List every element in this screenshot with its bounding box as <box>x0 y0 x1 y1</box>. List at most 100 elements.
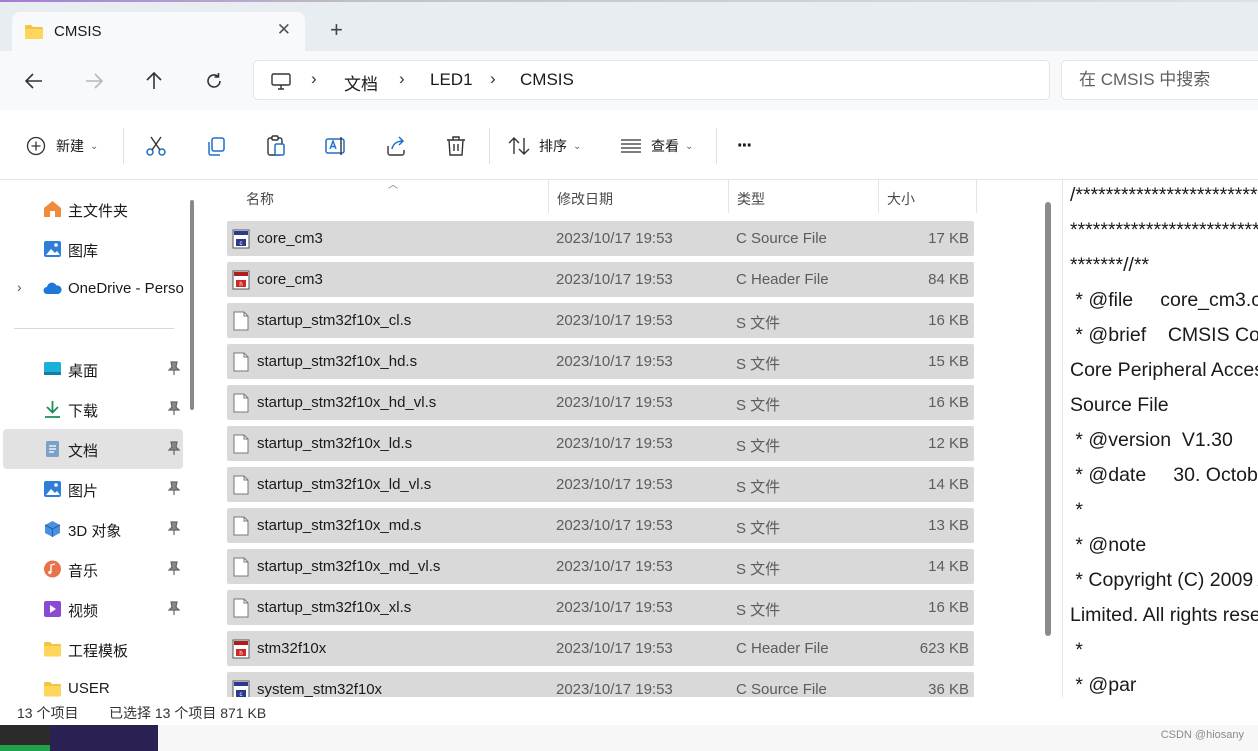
blank-file-icon <box>232 516 250 536</box>
file-row[interactable]: h core_cm3 2023/10/17 19:53 C Header File 84… <box>227 262 974 297</box>
file-list-scrollbar[interactable] <box>1045 202 1051 636</box>
pin-icon[interactable] <box>168 401 180 415</box>
refresh-button[interactable] <box>199 67 229 95</box>
refresh-icon <box>207 73 221 88</box>
toolbar-divider <box>489 128 490 164</box>
file-type: S 文件 <box>736 397 781 414</box>
file-name: startup_stm32f10x_cl.s <box>257 312 412 329</box>
file-name: startup_stm32f10x_ld.s <box>257 435 413 452</box>
sidebar-item-3d-objects[interactable]: 3D 对象 <box>3 509 183 549</box>
home-icon <box>44 201 61 217</box>
sidebar-scrollbar[interactable] <box>190 200 194 410</box>
sidebar-item-home[interactable]: 主文件夹 <box>3 189 183 229</box>
file-name: core_cm3 <box>257 271 323 288</box>
pin-icon[interactable] <box>168 361 180 375</box>
file-row[interactable]: startup_stm32f10x_md_vl.s 2023/10/17 19:5… <box>227 549 974 584</box>
breadcrumb-led1[interactable]: LED1 <box>430 70 473 90</box>
sidebar-item-desktop[interactable]: 桌面 <box>3 349 183 389</box>
file-date: 2023/10/17 19:53 <box>556 271 673 288</box>
file-row[interactable]: startup_stm32f10x_ld_vl.s 2023/10/17 19:5… <box>227 467 974 502</box>
toolbar-divider <box>123 128 124 164</box>
search-box[interactable] <box>1061 60 1258 100</box>
preview-line: * <box>1070 639 1084 661</box>
file-size: 623 KB <box>919 640 969 657</box>
search-input[interactable] <box>1079 70 1258 90</box>
sidebar-item-gallery[interactable]: 图库 <box>3 229 183 269</box>
sort-button[interactable]: 排序 ⌄ <box>508 132 581 160</box>
preview-pane: /************************ ***************… <box>1062 180 1258 697</box>
chevron-right-icon[interactable]: › <box>17 279 22 295</box>
more-options-button[interactable]: ··· <box>737 132 753 160</box>
file-row[interactable]: startup_stm32f10x_cl.s 2023/10/17 19:53 S … <box>227 303 974 338</box>
view-icon <box>621 139 641 153</box>
new-button[interactable]: 新建 ⌄ <box>26 132 98 160</box>
breadcrumb-documents[interactable]: 文档 <box>344 70 378 95</box>
c-source-file-icon: c <box>232 229 250 249</box>
pin-icon[interactable] <box>168 481 180 495</box>
close-tab-icon[interactable]: ✕ <box>277 20 291 40</box>
copy-icon[interactable] <box>204 134 228 158</box>
sidebar-item-video[interactable]: 视频 <box>3 589 183 629</box>
music-icon <box>44 560 61 578</box>
forward-button[interactable] <box>79 67 109 95</box>
blank-file-icon <box>232 311 250 331</box>
tab-cmsis[interactable]: CMSIS ✕ <box>12 12 305 51</box>
file-row[interactable]: startup_stm32f10x_hd_vl.s 2023/10/17 19:5… <box>227 385 974 420</box>
sidebar-item-user[interactable]: USER <box>3 669 183 697</box>
column-header-name[interactable]: 名称 <box>238 180 549 213</box>
paste-icon[interactable] <box>264 134 288 158</box>
rename-icon[interactable] <box>324 134 348 158</box>
address-bar[interactable]: › 文档 › LED1 › CMSIS <box>253 60 1050 100</box>
column-header-type[interactable]: 类型 <box>729 180 879 213</box>
up-button[interactable] <box>139 67 169 95</box>
sidebar-item-downloads[interactable]: 下载 <box>3 389 183 429</box>
view-button[interactable]: 查看 ⌄ <box>620 132 693 160</box>
file-row[interactable]: c system_stm32f10x 2023/10/17 19:53 C Sourc… <box>227 672 974 697</box>
file-size: 16 KB <box>928 312 969 329</box>
cut-icon[interactable] <box>144 134 168 158</box>
preview-line: * @date 30. October 2009 <box>1075 464 1258 486</box>
back-button[interactable] <box>19 67 49 95</box>
sidebar-item-music[interactable]: 音乐 <box>3 549 183 589</box>
chevron-right-icon: › <box>490 69 496 88</box>
file-row[interactable]: startup_stm32f10x_ld.s 2023/10/17 19:53 S … <box>227 426 974 461</box>
file-row[interactable]: startup_stm32f10x_xl.s 2023/10/17 19:53 S … <box>227 590 974 625</box>
new-tab-button[interactable]: + <box>330 19 343 41</box>
pin-icon[interactable] <box>168 601 180 615</box>
folder-icon <box>25 25 43 39</box>
file-date: 2023/10/17 19:53 <box>556 599 673 616</box>
file-size: 16 KB <box>928 599 969 616</box>
sidebar-item-documents[interactable]: 文档 <box>3 429 183 469</box>
new-button-label: 新建 <box>56 138 84 154</box>
preview-line: * @note <box>1070 534 1147 556</box>
arrow-up-icon <box>146 72 162 89</box>
blank-file-icon <box>232 434 250 454</box>
file-name: system_stm32f10x <box>257 681 383 697</box>
sidebar-item-label: 图库 <box>68 243 99 260</box>
file-type: C Source File <box>736 681 827 697</box>
gallery-icon <box>44 241 61 257</box>
file-date: 2023/10/17 19:53 <box>556 394 673 411</box>
file-row[interactable]: c core_cm3 2023/10/17 19:53 C Source File 17… <box>227 221 974 256</box>
file-row[interactable]: h stm32f10x 2023/10/17 19:53 C Header File 6… <box>227 631 974 666</box>
chevron-right-icon: › <box>311 69 317 88</box>
file-type: S 文件 <box>736 356 781 373</box>
pin-icon[interactable] <box>168 561 180 575</box>
pin-icon[interactable] <box>168 521 180 535</box>
pin-icon[interactable] <box>168 441 180 455</box>
sidebar-item-onedrive[interactable]: › OneDrive - Perso <box>3 269 184 309</box>
sidebar-item-project-template[interactable]: 工程模板 <box>3 629 183 669</box>
file-row[interactable]: startup_stm32f10x_md.s 2023/10/17 19:53 S … <box>227 508 974 543</box>
column-header-size[interactable]: 大小 <box>879 180 977 213</box>
delete-icon[interactable] <box>444 134 468 158</box>
file-type: S 文件 <box>736 520 781 537</box>
column-header-date[interactable]: 修改日期 <box>549 180 729 213</box>
preview-line: *******//** <box>1070 254 1150 276</box>
breadcrumb-cmsis[interactable]: CMSIS <box>520 70 574 90</box>
file-row[interactable]: startup_stm32f10x_hd.s 2023/10/17 19:53 S … <box>227 344 974 379</box>
blank-file-icon <box>232 598 250 618</box>
file-size: 12 KB <box>928 435 969 452</box>
folder-icon <box>44 682 61 697</box>
sidebar-item-pictures[interactable]: 图片 <box>3 469 183 509</box>
share-icon[interactable] <box>384 134 408 158</box>
